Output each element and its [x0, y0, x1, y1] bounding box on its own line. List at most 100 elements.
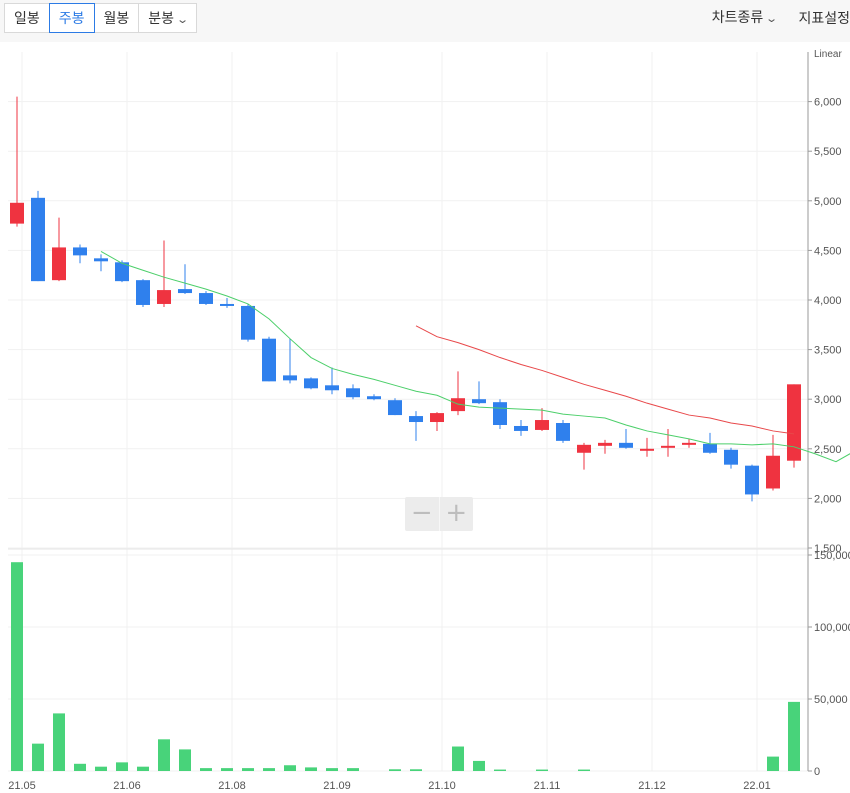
volume-bar	[200, 768, 212, 771]
volume-bar	[452, 746, 464, 771]
volume-tick-label: 100,000	[814, 622, 850, 634]
volume-bar	[179, 749, 191, 771]
down-candle-body	[220, 303, 234, 306]
x-tick-label: 21.10	[428, 780, 456, 792]
down-candle-body	[556, 423, 570, 441]
down-candle-body	[703, 443, 717, 453]
volume-tick-label: 50,000	[814, 694, 848, 706]
volume-bar	[263, 768, 275, 771]
x-tick-label: 21.05	[8, 780, 36, 792]
zoom-controls: − +	[405, 497, 473, 531]
down-candle-body	[367, 396, 381, 400]
volume-bar	[347, 768, 359, 771]
down-candle-body	[304, 378, 318, 389]
chart-toolbar: 일봉 주봉 월봉 분봉 ⌄ 차트종류 ⌄ 지표설정	[0, 0, 850, 42]
down-candle-body	[745, 465, 759, 495]
tab-minute[interactable]: 분봉 ⌄	[138, 3, 198, 33]
period-tabs: 일봉 주봉 월봉 분봉 ⌄	[4, 3, 198, 33]
up-candle-body	[766, 455, 780, 489]
down-candle-body	[388, 400, 402, 416]
price-tick-label: 3,500	[814, 345, 842, 357]
up-candle-body	[661, 445, 675, 448]
scale-label: Linear	[814, 49, 842, 60]
volume-bar	[326, 768, 338, 771]
volume-bar	[578, 769, 590, 771]
volume-bar	[473, 760, 485, 771]
volume-bar	[767, 756, 779, 771]
chevron-down-icon: ⌄	[765, 13, 779, 25]
x-tick-label: 21.08	[218, 780, 246, 792]
x-tick-label: 21.12	[638, 780, 666, 792]
price-tick-label: 2,000	[814, 493, 842, 505]
price-tick-label: 6,000	[814, 97, 842, 109]
up-candle-body	[577, 444, 591, 453]
price-tick-label: 4,500	[814, 245, 842, 257]
down-candle-body	[241, 305, 255, 340]
down-candle-body	[346, 388, 360, 398]
volume-bar	[410, 769, 422, 771]
up-candle-body	[52, 247, 66, 281]
down-candle-body	[94, 258, 108, 262]
price-tick-label: 5,500	[814, 146, 842, 158]
volume-bar	[221, 768, 233, 771]
x-tick-label: 21.06	[113, 780, 141, 792]
down-candle-body	[514, 425, 528, 431]
up-candle-body	[157, 290, 171, 304]
zoom-out-button[interactable]: −	[405, 497, 439, 531]
volume-bar	[494, 769, 506, 771]
price-tick-label: 3,000	[814, 394, 842, 406]
up-candle-body	[10, 202, 24, 224]
volume-bar	[32, 743, 44, 771]
volume-bar	[74, 763, 86, 771]
zoom-in-button[interactable]: +	[438, 497, 474, 531]
volume-tick-label: 0	[814, 766, 820, 778]
down-candle-body	[73, 247, 87, 256]
chart-type-label: 차트종류	[711, 9, 764, 25]
indicator-settings-button[interactable]: 지표설정	[798, 4, 850, 32]
x-tick-label: 22.01	[743, 780, 771, 792]
stock-chart[interactable]: 21.05 21.06 21.08 21.09 21.10 21.11 21.12 22.01…	[0, 42, 850, 793]
down-candle-body	[283, 375, 297, 381]
volume-bar	[242, 768, 254, 771]
chart-type-dropdown[interactable]: 차트종류 ⌄	[711, 3, 779, 33]
up-candle-body	[535, 420, 549, 430]
down-candle-body	[724, 449, 738, 465]
tab-minute-label: 분봉	[148, 10, 175, 26]
tab-monthly[interactable]: 월봉	[93, 3, 140, 33]
down-candle-body	[472, 399, 486, 404]
up-candle-body	[430, 413, 444, 423]
down-candle-body	[31, 197, 45, 282]
volume-bar	[116, 762, 128, 771]
price-tick-label: 5,000	[814, 196, 842, 208]
down-candle-body	[493, 402, 507, 425]
down-candle-body	[136, 280, 150, 305]
right-menu: 차트종류 ⌄ 지표설정	[690, 3, 850, 33]
volume-bar	[137, 766, 149, 771]
volume-bar	[389, 769, 401, 771]
volume-tick-label: 150,000	[814, 550, 850, 562]
down-candle-body	[409, 416, 423, 423]
down-candle-body	[262, 338, 276, 382]
x-tick-label: 21.09	[323, 780, 351, 792]
down-candle-body	[325, 385, 339, 391]
up-candle-body	[640, 448, 654, 451]
volume-bar	[284, 765, 296, 771]
tab-daily[interactable]: 일봉	[4, 3, 50, 33]
price-tick-label: 4,000	[814, 295, 842, 307]
up-candle-body	[787, 384, 801, 461]
down-candle-body	[199, 293, 213, 304]
down-candle-body	[619, 442, 633, 448]
up-candle-body	[682, 442, 696, 445]
volume-bar	[11, 562, 23, 771]
down-candle-body	[178, 289, 192, 294]
volume-bar	[158, 739, 170, 771]
volume-bar	[95, 766, 107, 771]
price-tick-label: 2,500	[814, 444, 842, 456]
volume-bar	[788, 701, 800, 771]
tab-weekly[interactable]: 주봉	[48, 3, 95, 33]
volume-bar	[305, 767, 317, 771]
volume-bar	[536, 769, 548, 771]
moving-average-short-line	[100, 250, 850, 463]
x-tick-label: 21.11	[534, 780, 561, 792]
volume-bar	[53, 713, 65, 771]
